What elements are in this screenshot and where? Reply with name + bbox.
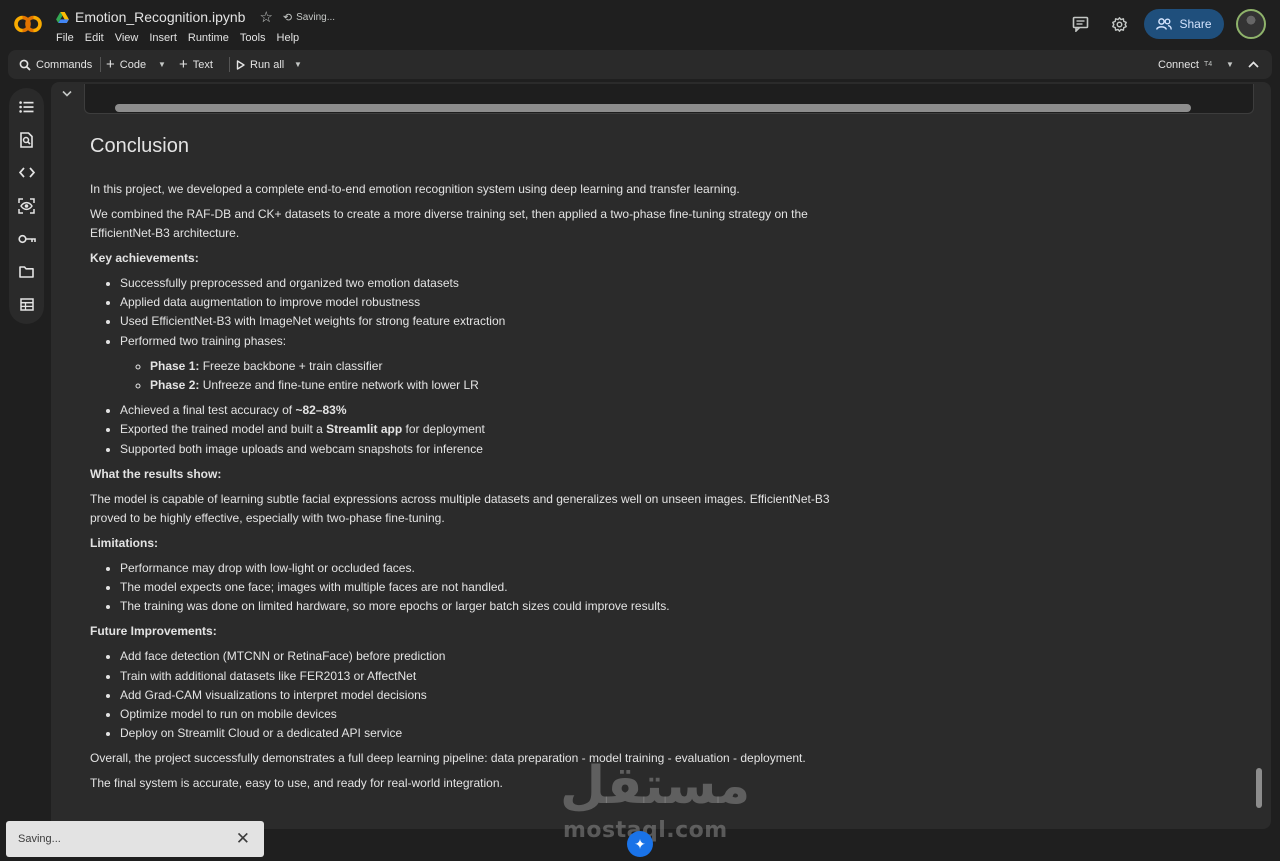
add-code-button[interactable]: + Code [106,50,146,79]
save-status: ⟲ Saving... [283,11,335,24]
people-icon [1156,18,1173,30]
list-item: The training was done on limited hardwar… [120,597,835,616]
secrets-key-icon[interactable] [17,229,36,248]
connect-button[interactable]: Connect T4 [1158,50,1212,79]
list-item: The model expects one face; images with … [120,578,835,597]
subheading-limitations: Limitations: [90,535,158,550]
menu-tools[interactable]: Tools [240,32,266,44]
collapse-section-chevron-icon[interactable] [62,89,72,100]
data-table-icon[interactable] [17,295,36,314]
menu-file[interactable]: File [56,32,74,44]
settings-gear-icon[interactable] [1104,9,1134,39]
plus-icon: + [106,56,115,73]
paragraph: We combined the RAF-DB and CK+ datasets … [90,207,808,240]
subheading-key-achievements: Key achievements: [90,251,199,265]
user-avatar[interactable] [1236,9,1266,39]
commands-button[interactable]: Commands [19,50,92,79]
run-all-label: Run all [250,58,285,71]
section-heading: Conclusion [90,135,189,157]
table-of-contents-icon[interactable] [17,97,36,116]
list-item: Phase 2: Unfreeze and fine-tune entire n… [150,376,835,395]
list-item: Performed two training phases: Phase 1: … [120,332,835,396]
toolbar-divider [100,57,101,72]
menu-help[interactable]: Help [277,32,300,44]
code-label: Code [119,58,147,71]
plus-icon: + [179,56,188,73]
header-actions: Share [1065,9,1266,39]
variables-inspector-icon[interactable] [17,196,36,215]
run-all-dropdown-caret[interactable]: ▼ [294,50,302,79]
close-icon[interactable]: ✕ [236,830,250,847]
list-item: Performance may drop with low-light or o… [120,559,835,578]
paragraph: The model is capable of learning subtle … [90,491,830,525]
subheading-future-improvements: Future Improvements: [90,624,217,639]
text-label: Text [192,58,213,71]
connect-label: Connect [1158,58,1199,71]
list-item: Deploy on Streamlit Cloud or a dedicated… [120,724,835,743]
menu-view[interactable]: View [115,32,139,44]
markdown-cell[interactable]: Conclusion In this project, we developed… [90,135,835,799]
notebook-title-bar: Emotion_Recognition.ipynb ☆ ⟲ Saving... [56,9,335,25]
list-item: Exported the trained model and built a S… [120,420,835,439]
list-item: Phase 1: Freeze backbone + train classif… [150,357,835,376]
search-icon [19,59,31,71]
caret-down-icon: ▼ [158,60,166,69]
bullet-list: Performance may drop with low-light or o… [90,559,835,617]
gemini-sparkle-icon[interactable]: ✦ [627,831,653,857]
run-all-button[interactable]: Run all [236,50,284,79]
list-item: Used EfficientNet-B3 with ImageNet weigh… [120,312,835,331]
play-icon [236,59,245,70]
notebook-toolbar: Commands + Code ▼ + Text Run all ▼ Conne… [8,50,1272,79]
commands-label: Commands [36,58,93,71]
find-replace-icon[interactable] [17,130,36,149]
share-label: Share [1179,17,1212,31]
share-button[interactable]: Share [1144,9,1224,39]
vertical-scrollbar[interactable] [1256,768,1262,808]
menu-bar: File Edit View Insert Runtime Tools Help [56,32,310,44]
left-sidebar [9,88,44,324]
toolbar-divider [229,57,230,72]
list-item: Optimize model to run on mobile devices [120,705,835,724]
menu-insert[interactable]: Insert [149,32,177,44]
add-text-button[interactable]: + Text [179,50,213,79]
menu-runtime[interactable]: Runtime [188,32,229,44]
save-status-text: Saving... [296,11,336,23]
colab-logo[interactable] [12,12,44,36]
sync-icon: ⟲ [282,11,293,24]
paragraph: In this project, we developed a complete… [90,182,740,196]
horizontal-scrollbar[interactable] [115,104,1191,112]
list-item: Train with additional datasets like FER2… [120,667,835,686]
list-item: Add face detection (MTCNN or RetinaFace)… [120,647,835,666]
google-drive-icon [56,11,69,23]
list-item: Achieved a final test accuracy of ~82–83… [120,401,835,420]
list-item: Supported both image uploads and webcam … [120,440,835,459]
watermark-arabic: مستقل [560,756,751,816]
chevron-up-icon [1248,61,1259,68]
comments-icon[interactable] [1065,9,1095,39]
notebook-name[interactable]: Emotion_Recognition.ipynb [75,9,245,25]
caret-down-icon: ▼ [1226,60,1234,69]
files-folder-icon[interactable] [17,262,36,281]
list-item: Successfully preprocessed and organized … [120,274,835,293]
list-item: Applied data augmentation to improve mod… [120,293,835,312]
runtime-type-label: T4 [1203,61,1213,68]
sub-bullet-list: Phase 1: Freeze backbone + train classif… [120,357,835,395]
bullet-list: Successfully preprocessed and organized … [90,274,835,459]
code-dropdown-caret[interactable]: ▼ [158,50,166,79]
collapse-header-button[interactable] [1248,50,1259,79]
toast-message: Saving... [18,833,61,845]
menu-edit[interactable]: Edit [85,32,104,44]
star-icon[interactable]: ☆ [259,10,272,25]
caret-down-icon: ▼ [294,60,302,69]
code-snippets-icon[interactable] [17,163,36,182]
saving-toast: Saving... ✕ [6,821,264,857]
bullet-list: Add face detection (MTCNN or RetinaFace)… [90,647,835,743]
subheading-results: What the results show: [90,466,222,481]
app-header: Emotion_Recognition.ipynb ☆ ⟲ Saving... … [0,0,1280,50]
connect-dropdown-caret[interactable]: ▼ [1226,50,1234,79]
list-item: Add Grad-CAM visualizations to interpret… [120,686,835,705]
